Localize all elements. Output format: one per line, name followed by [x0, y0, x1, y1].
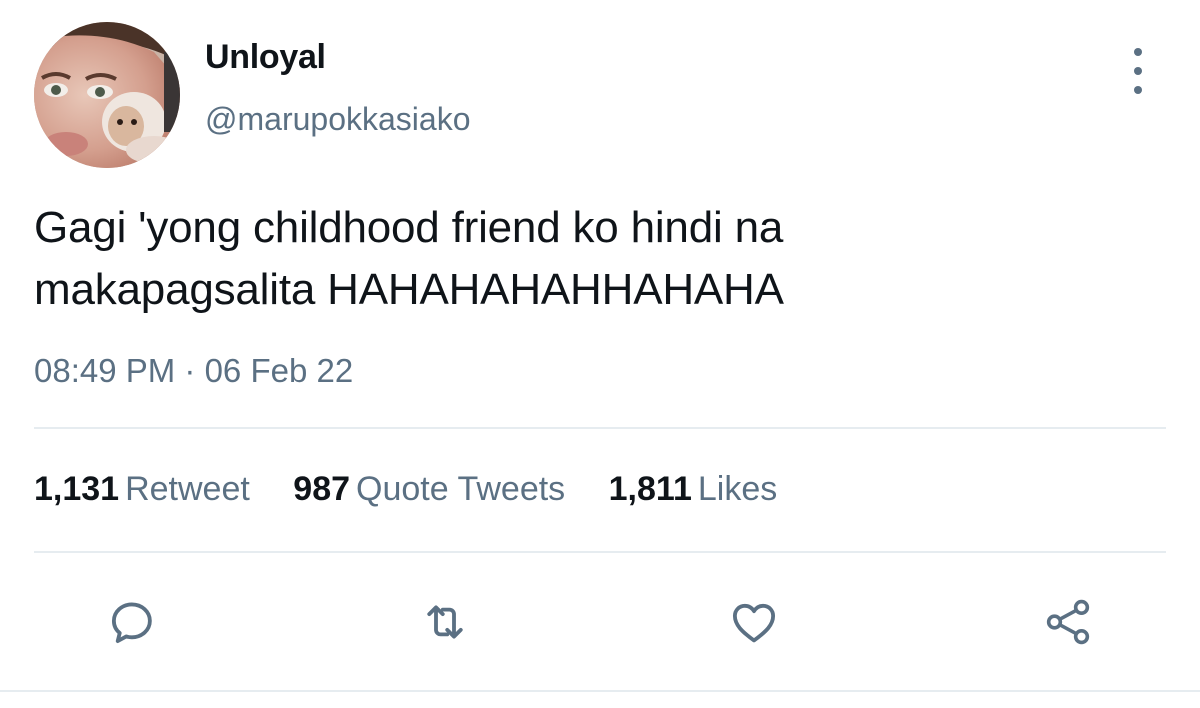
more-dot-icon — [1134, 48, 1142, 56]
user-handle[interactable]: @marupokkasiako — [205, 101, 470, 138]
tweet-timestamp[interactable]: 08:49 PM · 06 Feb 22 — [34, 352, 353, 390]
divider — [0, 690, 1200, 692]
action-bar — [0, 594, 1200, 650]
retweet-count-link[interactable]: 1,131 Retweet — [34, 470, 250, 509]
tweet-card: Unloyal @marupokkasiako Gagi 'yong child… — [0, 0, 1200, 708]
like-label: Likes — [697, 470, 778, 508]
reply-icon — [111, 602, 152, 644]
retweet-label: Retweet — [125, 470, 250, 508]
like-count-link[interactable]: 1,811 Likes — [609, 470, 778, 509]
quote-count-link[interactable]: 987 Quote Tweets — [293, 470, 565, 509]
avatar-photo — [34, 22, 180, 168]
share-icon — [1046, 599, 1090, 645]
tweet-text-line: makapagsalita HAHAHAHAHHAHAHA — [34, 265, 784, 314]
avatar[interactable] — [34, 22, 180, 168]
divider — [34, 551, 1166, 553]
tweet-stats: 1,131 Retweet 987 Quote Tweets 1,811 Likes — [34, 470, 811, 509]
quote-count: 987 — [293, 470, 351, 508]
retweet-count: 1,131 — [34, 470, 120, 508]
like-count: 1,811 — [608, 470, 692, 508]
more-dot-icon — [1134, 67, 1142, 75]
share-button[interactable] — [1040, 594, 1096, 650]
retweet-button[interactable] — [417, 594, 473, 650]
more-options-button[interactable] — [1120, 48, 1156, 94]
like-icon — [732, 603, 776, 643]
more-dot-icon — [1134, 86, 1142, 94]
like-button[interactable] — [726, 594, 782, 650]
reply-button[interactable] — [105, 594, 161, 650]
divider — [34, 427, 1166, 429]
retweet-icon — [427, 605, 463, 639]
quote-label: Quote Tweets — [356, 470, 566, 508]
tweet-text-line: Gagi 'yong childhood friend ko hindi na — [34, 203, 784, 252]
display-name[interactable]: Unloyal — [205, 38, 326, 77]
tweet-text: Gagi 'yong childhood friend ko hindi na … — [34, 197, 1154, 321]
